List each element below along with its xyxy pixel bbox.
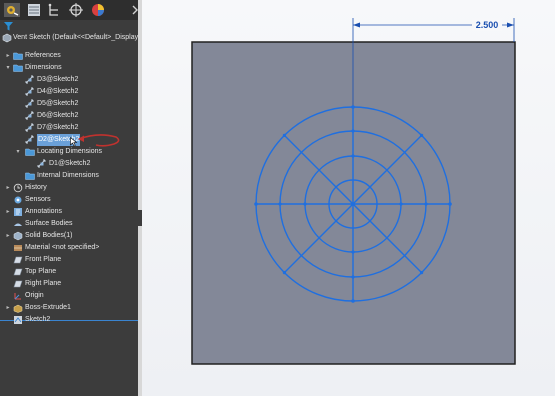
tree-item-label: Internal Dimensions <box>37 172 99 179</box>
tree-item[interactable]: D5@Sketch2 <box>0 98 138 110</box>
tree-item-label: Material <not specified> <box>25 244 100 251</box>
expand-right-icon[interactable]: ▸ <box>4 50 12 62</box>
tree-item[interactable]: Internal Dimensions <box>0 170 138 182</box>
tree-item[interactable]: D4@Sketch2 <box>0 86 138 98</box>
mouse-cursor-icon <box>70 137 78 147</box>
expand-down-icon[interactable]: ▾ <box>4 62 12 74</box>
graphics-area[interactable]: 2.500 <box>142 0 555 396</box>
tree-item-label: Right Plane <box>25 280 62 287</box>
tree-item-label: Annotations <box>25 208 62 215</box>
tree-item-label: D3@Sketch2 <box>37 76 79 83</box>
tree-item-label: D1@Sketch2 <box>49 160 91 167</box>
tree-item-label: Front Plane <box>25 256 62 263</box>
tree-item[interactable]: D6@Sketch2 <box>0 110 138 122</box>
chevron-right-icon[interactable] <box>126 2 138 18</box>
folder-icon <box>13 52 23 60</box>
dimension-arrow <box>507 22 514 28</box>
tree-item[interactable]: ▸ Solid Bodies(1) <box>0 230 138 242</box>
tree-item-label: D4@Sketch2 <box>37 88 79 95</box>
display-manager-tab-icon[interactable] <box>89 2 107 18</box>
part-icon <box>2 33 12 43</box>
tree-item[interactable]: D3@Sketch2 <box>0 74 138 86</box>
extrude-icon <box>13 304 23 313</box>
tree-item[interactable]: ▾ Dimensions <box>0 62 138 74</box>
sensor-icon <box>14 196 22 204</box>
annotations-icon <box>14 208 22 216</box>
tree-item-label: D5@Sketch2 <box>37 100 79 107</box>
filter-icon[interactable] <box>3 21 14 32</box>
dimension-icon <box>25 111 34 120</box>
configuration-manager-tab-icon[interactable] <box>45 2 63 18</box>
tree-item-label: Surface Bodies <box>25 220 73 227</box>
dimension-value[interactable]: 2.500 <box>476 20 499 30</box>
solid-bodies-icon <box>13 231 23 241</box>
tree-item-label: D7@Sketch2 <box>37 124 79 131</box>
tree-item-label: Top Plane <box>25 268 57 275</box>
feature-manager-tab-icon[interactable] <box>3 2 21 18</box>
origin-icon <box>14 293 21 300</box>
panel-toolbar <box>0 0 138 20</box>
sketch-icon <box>14 316 22 324</box>
expand-down-icon[interactable]: ▾ <box>14 146 22 158</box>
plane-icon <box>13 256 23 264</box>
folder-icon <box>25 172 35 180</box>
dimension-arrow <box>353 22 360 28</box>
plane-icon <box>13 268 23 276</box>
tree-item[interactable]: Top Plane <box>0 266 138 278</box>
dimension-icon <box>25 99 34 108</box>
tree-item-label: References <box>25 52 61 59</box>
annotation-arrow <box>78 134 120 147</box>
tree-item[interactable]: Surface Bodies <box>0 218 138 230</box>
expand-right-icon[interactable]: ▸ <box>4 182 12 194</box>
expand-right-icon[interactable]: ▸ <box>4 206 12 218</box>
tree-item-label: History <box>25 184 47 191</box>
tree-item[interactable]: Front Plane <box>0 254 138 266</box>
property-manager-tab-icon[interactable] <box>25 2 43 18</box>
dimension-icon <box>25 87 34 96</box>
dimension-icon <box>37 159 46 168</box>
folder-icon <box>25 148 35 156</box>
plane-icon <box>13 280 23 288</box>
tree-item-label: Origin <box>25 292 44 299</box>
tree-item-label: Sensors <box>25 196 51 203</box>
tree-item[interactable]: Origin <box>0 290 138 302</box>
dimension-icon <box>25 135 34 144</box>
tree-item[interactable]: ▸ Boss-Extrude1 <box>0 302 138 314</box>
tree-item[interactable]: D1@Sketch2 <box>0 158 138 170</box>
tree-item[interactable]: ▸ History <box>0 182 138 194</box>
tree-item[interactable]: Sketch2 <box>0 314 138 326</box>
dimxpert-manager-tab-icon[interactable] <box>67 2 85 18</box>
history-icon <box>13 183 23 193</box>
tree-root-label: Vent Sketch (Default<<Default>_Display S… <box>13 34 138 41</box>
tree-item[interactable]: Right Plane <box>0 278 138 290</box>
tree-item-label: Solid Bodies(1) <box>25 232 73 239</box>
feature-manager-panel: Vent Sketch (Default<<Default>_Display S… <box>0 0 138 396</box>
surface-bodies-icon <box>14 223 22 226</box>
tree-item[interactable]: Sensors <box>0 194 138 206</box>
tree-item-label: Dimensions <box>25 64 62 71</box>
tree-item[interactable]: Material <not specified> <box>0 242 138 254</box>
tree-item[interactable]: ▸ Annotations <box>0 206 138 218</box>
expand-right-icon[interactable]: ▸ <box>4 230 12 242</box>
dimension-icon <box>25 75 34 84</box>
tree-item[interactable]: ▸ References <box>0 50 138 62</box>
expand-right-icon[interactable]: ▸ <box>4 302 12 314</box>
sketch-drawing: 2.500 <box>191 18 516 365</box>
tree-item-label: Sketch2 <box>25 316 51 323</box>
tree-item-label: D6@Sketch2 <box>37 112 79 119</box>
tree-item-label: Boss-Extrude1 <box>25 304 71 311</box>
dimension-icon <box>25 123 34 132</box>
material-icon <box>14 245 22 251</box>
folder-icon <box>13 64 23 72</box>
